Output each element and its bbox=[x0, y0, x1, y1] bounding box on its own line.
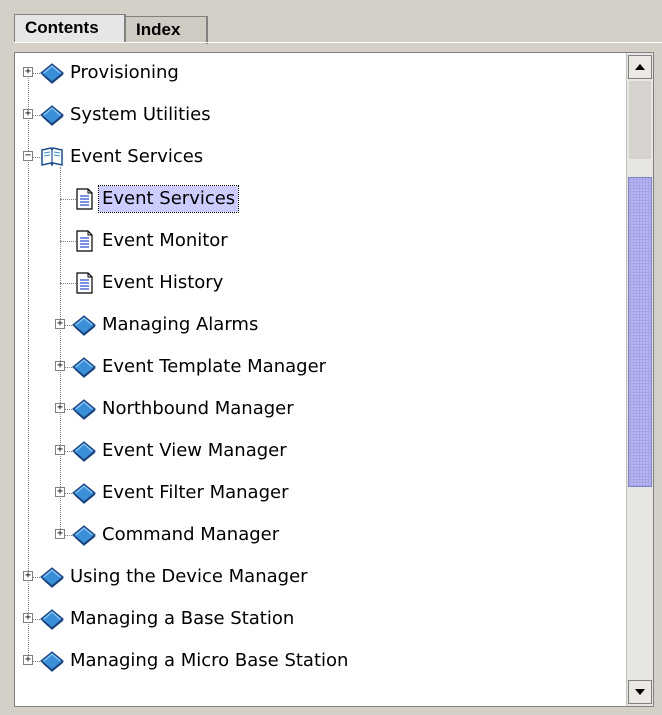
arrow-up-icon bbox=[635, 64, 645, 70]
tree-node-label[interactable]: Managing a Micro Base Station bbox=[67, 648, 351, 674]
expand-toggle[interactable]: + bbox=[23, 67, 33, 77]
tree-node-label[interactable]: Event Monitor bbox=[99, 228, 231, 254]
tree-node[interactable]: + Using the Device Manager bbox=[15, 557, 627, 599]
open-book-icon bbox=[39, 145, 65, 169]
tree-node[interactable]: Event Services bbox=[15, 179, 627, 221]
expand-toggle[interactable]: + bbox=[55, 487, 65, 497]
expand-toggle[interactable]: + bbox=[23, 655, 33, 665]
tree-node[interactable]: + Command Manager bbox=[15, 515, 627, 557]
collapse-toggle[interactable]: − bbox=[23, 151, 33, 161]
tree-node-label[interactable]: Event History bbox=[99, 270, 226, 296]
expand-toggle[interactable]: + bbox=[55, 529, 65, 539]
closed-book-icon bbox=[71, 397, 97, 421]
tree-node-label[interactable]: Command Manager bbox=[99, 522, 282, 548]
expand-toggle[interactable]: + bbox=[23, 613, 33, 623]
tree-node[interactable]: + Event Template Manager bbox=[15, 347, 627, 389]
arrow-down-icon bbox=[635, 689, 645, 695]
tree-node-label[interactable]: Event Filter Manager bbox=[99, 480, 292, 506]
tree-node-label[interactable]: Event Services bbox=[67, 144, 206, 170]
closed-book-icon bbox=[71, 439, 97, 463]
tree-node[interactable]: + Managing a Micro Base Station bbox=[15, 641, 627, 683]
tree-node[interactable]: + System Utilities bbox=[15, 95, 627, 137]
closed-book-icon bbox=[39, 61, 65, 85]
document-page-icon bbox=[71, 187, 97, 211]
tree-node-label[interactable]: Event Services bbox=[97, 185, 240, 213]
expand-toggle[interactable]: + bbox=[23, 571, 33, 581]
closed-book-icon bbox=[71, 313, 97, 337]
contents-tree: + Provisioning + System Utilities − Event Ser… bbox=[15, 53, 627, 706]
tree-node[interactable]: + Event Filter Manager bbox=[15, 473, 627, 515]
tree-node-label[interactable]: Provisioning bbox=[67, 60, 182, 86]
tree-node[interactable]: Event History bbox=[15, 263, 627, 305]
tree-node-label[interactable]: Using the Device Manager bbox=[67, 564, 311, 590]
expand-toggle[interactable]: + bbox=[23, 109, 33, 119]
closed-book-icon bbox=[39, 607, 65, 631]
tree-node-label[interactable]: System Utilities bbox=[67, 102, 214, 128]
tree-node[interactable]: + Northbound Manager bbox=[15, 389, 627, 431]
tree-node[interactable]: + Event View Manager bbox=[15, 431, 627, 473]
scroll-down-button[interactable] bbox=[628, 680, 652, 704]
tab-index[interactable]: Index bbox=[126, 16, 208, 44]
closed-book-icon bbox=[71, 523, 97, 547]
expand-toggle[interactable]: + bbox=[55, 403, 65, 413]
tab-divider bbox=[14, 42, 662, 43]
tree-node-label[interactable]: Managing Alarms bbox=[99, 312, 261, 338]
tree-node-label[interactable]: Northbound Manager bbox=[99, 396, 297, 422]
tree-node[interactable]: + Managing Alarms bbox=[15, 305, 627, 347]
closed-book-icon bbox=[39, 649, 65, 673]
tree-node[interactable]: + Managing a Base Station bbox=[15, 599, 627, 641]
scroll-up-button[interactable] bbox=[628, 55, 652, 79]
closed-book-icon bbox=[71, 355, 97, 379]
closed-book-icon bbox=[39, 565, 65, 589]
tree-node[interactable]: − Event Services bbox=[15, 137, 627, 179]
tree-node-label[interactable]: Event Template Manager bbox=[99, 354, 329, 380]
tree-node-label[interactable]: Event View Manager bbox=[99, 438, 290, 464]
tab-contents[interactable]: Contents bbox=[14, 14, 126, 42]
closed-book-icon bbox=[71, 481, 97, 505]
document-page-icon bbox=[71, 271, 97, 295]
tree-node[interactable]: Event Monitor bbox=[15, 221, 627, 263]
expand-toggle[interactable]: + bbox=[55, 319, 65, 329]
expand-toggle[interactable]: + bbox=[55, 445, 65, 455]
document-page-icon bbox=[71, 229, 97, 253]
vertical-scrollbar[interactable] bbox=[626, 53, 653, 706]
tree-node-label[interactable]: Managing a Base Station bbox=[67, 606, 297, 632]
closed-book-icon bbox=[39, 103, 65, 127]
expand-toggle[interactable]: + bbox=[55, 361, 65, 371]
contents-panel: + Provisioning + System Utilities − Event Ser… bbox=[14, 52, 654, 707]
tree-node[interactable]: + Provisioning bbox=[15, 53, 627, 95]
scroll-track[interactable] bbox=[629, 81, 651, 159]
scroll-thumb[interactable] bbox=[628, 176, 652, 487]
